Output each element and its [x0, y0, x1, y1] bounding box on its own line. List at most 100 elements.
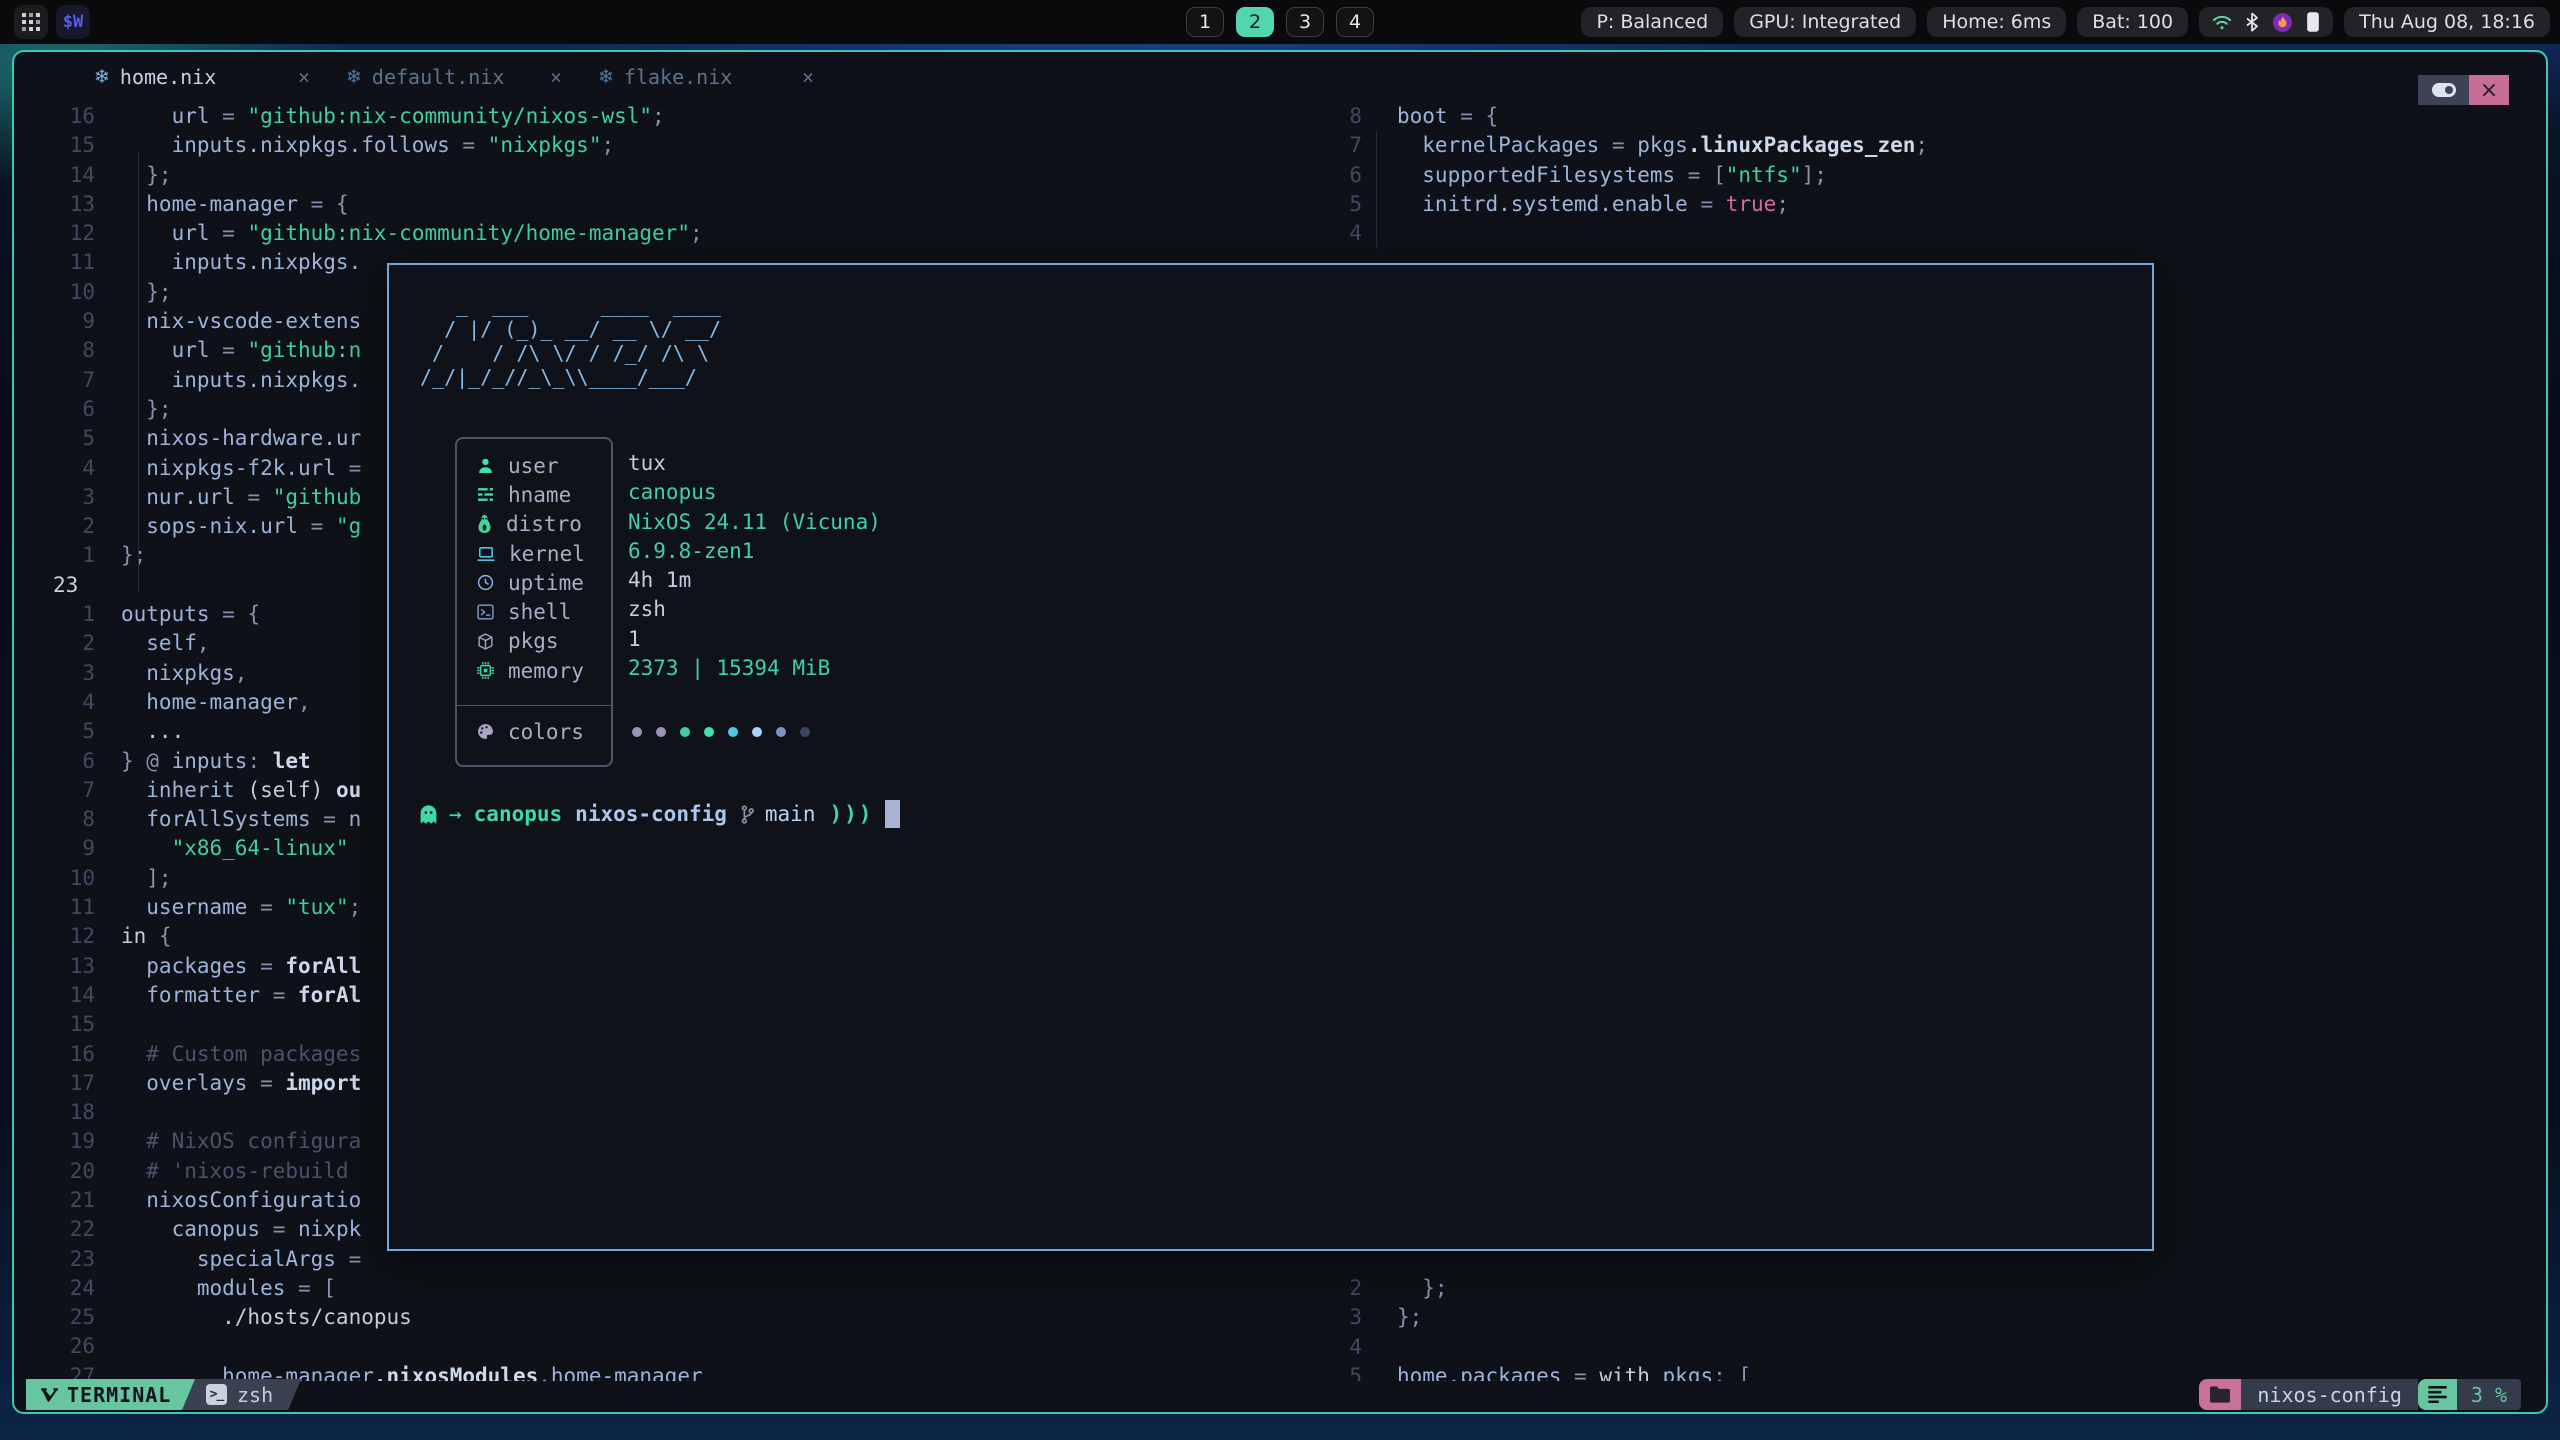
tab-close-icon[interactable]: × [550, 65, 562, 89]
status-chip: Bat: 100 [2077, 7, 2188, 37]
cwd-label: nixos-config [2257, 1383, 2402, 1407]
code-text: nixpkgs-f2k.url = [95, 454, 361, 483]
status-chip-group: P: BalancedGPU: IntegratedHome: 6msBat: … [1581, 7, 2188, 37]
special-workspace-label: $W [63, 12, 83, 32]
code-text: # NixOS configura [95, 1127, 361, 1156]
shell-label: zsh [237, 1383, 273, 1407]
code-line: 7 kernelPackages = pkgs.linuxPackages_ze… [1332, 131, 2546, 160]
tray-chip[interactable] [2199, 7, 2333, 37]
line-number: 5 [14, 424, 95, 453]
scroll-percent-label: 3 % [2471, 1383, 2507, 1407]
line-number: 13 [14, 952, 95, 981]
workspace-button-4[interactable]: 4 [1336, 7, 1374, 37]
fetch-row-hname: hname [457, 480, 611, 509]
floating-terminal[interactable]: _ ___ ____ ____ / |/ (_)_ __/ __ \/ __/ … [387, 263, 2154, 1251]
tab-close-icon[interactable]: × [802, 65, 814, 89]
fetch-value-distro: NixOS 24.11 (Vicuna) [628, 508, 881, 537]
git-branch-icon [740, 804, 755, 825]
line-number: 3 [14, 483, 95, 512]
toggle-icon [2432, 83, 2456, 97]
line-number: 6 [1332, 161, 1362, 190]
user-icon [477, 457, 494, 474]
code-text: nixpkgs, [95, 659, 247, 688]
fetch-value-hname: canopus [628, 478, 881, 507]
fetch-row-kernel: kernel [457, 539, 611, 568]
hostname-icon [477, 487, 494, 502]
code-text: ./hosts/canopus [95, 1303, 412, 1332]
fetch-row-memory: memory [457, 656, 611, 685]
code-text: overlays = import [95, 1069, 361, 1098]
wifi-icon [2212, 13, 2232, 31]
line-number: 22 [14, 1215, 95, 1244]
color-dot [800, 727, 810, 737]
app-launcher-button[interactable] [14, 5, 48, 39]
mode-segment: TERMINAL [26, 1379, 197, 1410]
distro-icon [477, 515, 492, 533]
scroll-percent: 3 % [2457, 1379, 2521, 1410]
color-dot [680, 727, 690, 737]
kernel-icon [477, 546, 495, 562]
line-number: 20 [14, 1157, 95, 1186]
cwd-segment[interactable]: nixos-config [2241, 1379, 2418, 1410]
clock-chip[interactable]: Thu Aug 08, 18:16 [2344, 7, 2550, 37]
shell-prompt[interactable]: → canopus nixos-config main ))) [419, 799, 900, 829]
code-text: url = "github:nix-community/home-manager… [95, 219, 703, 248]
vim-icon [40, 1386, 58, 1404]
line-number: 25 [14, 1303, 95, 1332]
shell-icon [477, 604, 494, 620]
memory-icon [477, 662, 494, 679]
code-text: specialArgs = [95, 1245, 361, 1274]
code-line: 4 [1332, 219, 2546, 248]
window-toggle-button[interactable] [2418, 75, 2469, 105]
code-text [95, 571, 121, 600]
fetch-row-distro: distro [457, 510, 611, 539]
line-number: 6 [14, 395, 95, 424]
editor-pane-right-bottom: 2 };3};45home.packages = with pkgs; [ [1332, 1274, 2546, 1381]
tab-default.nix[interactable]: ❄default.nix× [328, 52, 580, 102]
line-number: 11 [14, 248, 95, 277]
line-number: 1 [14, 600, 95, 629]
tab-flake.nix[interactable]: ❄flake.nix× [580, 52, 832, 102]
line-number: 7 [14, 366, 95, 395]
folder-segment[interactable] [2199, 1379, 2241, 1410]
code-text: inputs.nixpkgs. [95, 248, 361, 277]
special-workspace-button[interactable]: $W [56, 5, 90, 39]
color-dot [656, 727, 666, 737]
ghost-icon [419, 804, 438, 825]
fetch-label: hname [508, 483, 571, 507]
code-text: home-manager = { [95, 190, 349, 219]
tab-home.nix[interactable]: ❄home.nix× [76, 52, 328, 102]
code-text [95, 1098, 121, 1127]
fetch-label: kernel [509, 542, 585, 566]
line-number: 16 [14, 102, 95, 131]
line-number: 12 [14, 219, 95, 248]
code-line: 25 ./hosts/canopus [14, 1303, 1324, 1332]
fetch-label: user [508, 454, 559, 478]
fetch-label: memory [508, 659, 584, 683]
fetch-label: shell [508, 600, 571, 624]
code-line: 6 supportedFilesystems = ["ntfs"]; [1332, 161, 2546, 190]
code-text: # 'nixos-rebuild [95, 1157, 349, 1186]
code-text: forAllSystems = n [95, 805, 361, 834]
line-number: 14 [14, 981, 95, 1010]
line-number: 23 [14, 571, 95, 600]
fetch-value-kernel: 6.9.8-zen1 [628, 537, 881, 566]
shell-segment[interactable]: >_ zsh [182, 1379, 301, 1410]
line-number: 2 [1332, 1274, 1362, 1303]
tab-close-icon[interactable]: × [298, 65, 310, 89]
bluetooth-icon [2245, 12, 2259, 32]
line-number: 16 [14, 1040, 95, 1069]
line-number: 15 [14, 1010, 95, 1039]
workspace-button-3[interactable]: 3 [1286, 7, 1324, 37]
color-dot [728, 727, 738, 737]
color-dot [632, 727, 642, 737]
line-number: 10 [14, 278, 95, 307]
fetch-row-pkgs: pkgs [457, 627, 611, 656]
line-number: 11 [14, 893, 95, 922]
prompt-repo: nixos-config [575, 802, 727, 826]
code-line: 14 }; [14, 161, 1324, 190]
workspace-button-1[interactable]: 1 [1186, 7, 1224, 37]
line-number: 9 [14, 307, 95, 336]
workspace-button-2[interactable]: 2 [1236, 7, 1274, 37]
window-close-button[interactable]: × [2469, 75, 2509, 105]
